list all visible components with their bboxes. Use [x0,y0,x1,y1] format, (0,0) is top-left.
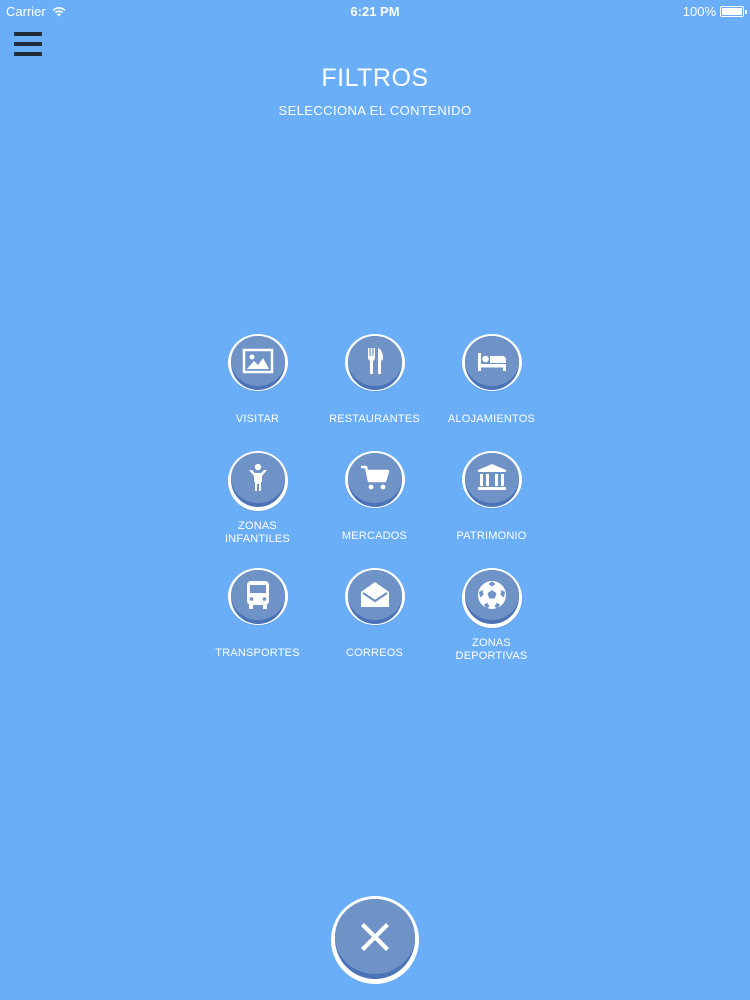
museum-icon [477,464,506,490]
filter-label: CORREOS [345,647,404,659]
bed-icon [477,353,506,371]
close-icon [361,922,389,951]
filter-restaurantes[interactable]: RESTAURANTES [316,334,433,439]
filter-label: ZONAS DEPORTIVAS [455,637,528,662]
filter-label: PATRIMONIO [456,530,527,542]
filter-button[interactable] [461,334,522,391]
filter-button[interactable] [344,568,405,625]
filter-alojamientos[interactable]: ALOJAMIENTOS [433,334,550,439]
filter-button[interactable] [227,568,288,625]
mail-icon [360,582,389,607]
filter-zonas-deportivas[interactable]: ZONAS DEPORTIVAS [433,568,550,673]
status-right: 100% [682,4,747,19]
fork-knife-icon [367,348,383,374]
page-subtitle: SELECCIONA EL CONTENIDO [278,103,472,118]
filter-transportes[interactable]: TRANSPORTES [199,568,316,673]
filter-grid: VISITAR RESTAURANTES ALOJAMIENTOS ZONAS … [199,334,550,673]
child-icon [248,463,267,491]
status-bar: Carrier 6:21 PM 100% [0,0,750,22]
filter-visitar[interactable]: VISITAR [199,334,316,439]
filter-button[interactable] [344,451,405,508]
cart-icon [360,465,389,490]
filter-label: RESTAURANTES [329,413,420,425]
filter-label: ZONAS INFANTILES [225,520,290,545]
soccer-ball-icon [477,581,506,609]
filter-zonas-infantiles[interactable]: ZONAS INFANTILES [199,451,316,556]
filter-button[interactable] [461,568,522,628]
filter-button[interactable] [227,334,288,391]
filter-correos[interactable]: CORREOS [316,568,433,673]
filter-patrimonio[interactable]: PATRIMONIO [433,451,550,556]
filter-mercados[interactable]: MERCADOS [316,451,433,556]
battery-percent: 100% [682,4,716,19]
filter-button[interactable] [461,451,522,508]
filter-label: ALOJAMIENTOS [447,413,536,425]
hamburger-menu-icon[interactable] [14,32,42,56]
battery-icon [720,6,747,17]
filter-label: TRANSPORTES [215,647,300,659]
close-button[interactable] [331,896,419,984]
bus-icon [246,581,269,609]
image-icon [242,348,273,374]
filter-label: MERCADOS [341,530,408,542]
filter-button[interactable] [227,451,288,511]
filter-button[interactable] [344,334,405,391]
status-time: 6:21 PM [350,4,400,19]
filter-label: VISITAR [235,413,280,425]
page-title: FILTROS [321,64,429,92]
